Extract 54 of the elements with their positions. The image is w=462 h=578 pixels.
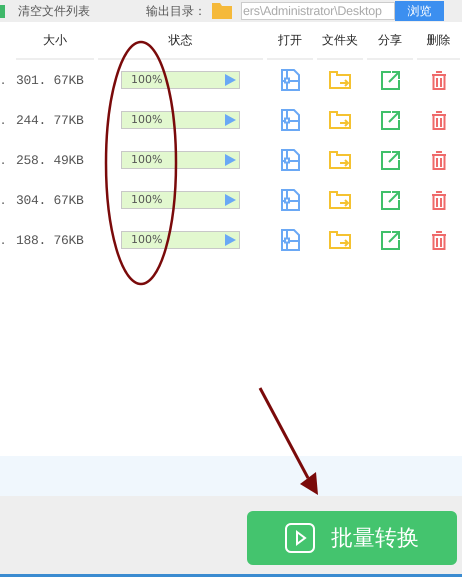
output-path-field[interactable]: ers\Administrator\Desktop xyxy=(241,2,395,20)
batch-convert-button[interactable]: 批量转换 xyxy=(247,510,457,564)
file-icon[interactable] xyxy=(280,69,300,91)
share-icon[interactable] xyxy=(380,70,400,90)
file-name: . xyxy=(0,72,6,90)
clear-list-label[interactable]: 清空文件列表 xyxy=(18,2,146,20)
trash-icon[interactable] xyxy=(430,230,446,250)
play-icon[interactable] xyxy=(225,114,236,126)
trash-icon[interactable] xyxy=(430,150,446,170)
progress-reading: 100% xyxy=(131,153,162,166)
trash-icon[interactable] xyxy=(430,190,446,210)
column-header: 打开 xyxy=(267,22,313,60)
progress-reading: 100% xyxy=(131,233,162,246)
folder-arrow-icon[interactable] xyxy=(329,71,351,89)
column-header: 删除 xyxy=(417,22,460,60)
column-header: 文件夹 xyxy=(317,22,363,60)
folder-arrow-icon[interactable] xyxy=(329,111,351,129)
column-header: 分享 xyxy=(367,22,413,60)
file-name: . xyxy=(0,192,6,210)
file-size: 304. 67KB xyxy=(15,192,85,210)
share-icon[interactable] xyxy=(380,150,400,170)
progress-reading: 100% xyxy=(131,73,162,86)
file-icon[interactable] xyxy=(280,149,300,171)
play-icon[interactable] xyxy=(225,234,236,246)
file-size: 188. 76KB xyxy=(15,232,85,250)
play-icon xyxy=(285,522,315,552)
file-size: 258. 49KB xyxy=(15,152,85,170)
trash-icon[interactable] xyxy=(430,70,446,90)
play-icon[interactable] xyxy=(225,154,236,166)
folder-icon[interactable] xyxy=(212,3,232,19)
file-name: . xyxy=(0,112,6,130)
file-icon[interactable] xyxy=(280,229,300,251)
app-icon[interactable] xyxy=(0,4,5,18)
play-icon[interactable] xyxy=(225,194,236,206)
folder-arrow-icon[interactable] xyxy=(329,151,351,169)
file-name: . xyxy=(0,152,6,170)
file-size: 301. 67KB xyxy=(15,72,85,90)
share-icon[interactable] xyxy=(380,190,400,210)
play-icon[interactable] xyxy=(225,74,236,86)
column-header: 大小 xyxy=(16,22,94,60)
share-icon[interactable] xyxy=(380,230,400,250)
folder-arrow-icon[interactable] xyxy=(329,191,351,209)
file-name: . xyxy=(0,232,6,250)
file-icon[interactable] xyxy=(280,109,300,131)
folder-arrow-icon[interactable] xyxy=(329,231,351,249)
browse-button[interactable]: 浏览 xyxy=(395,1,444,21)
file-size: 244. 77KB xyxy=(15,112,85,130)
trash-icon[interactable] xyxy=(430,110,446,130)
column-header: 状态 xyxy=(98,22,263,60)
share-icon[interactable] xyxy=(380,110,400,130)
output-dir-label: 输出目录： xyxy=(146,2,206,20)
progress-reading: 100% xyxy=(131,113,162,126)
progress-reading: 100% xyxy=(131,193,162,206)
file-icon[interactable] xyxy=(280,189,300,211)
